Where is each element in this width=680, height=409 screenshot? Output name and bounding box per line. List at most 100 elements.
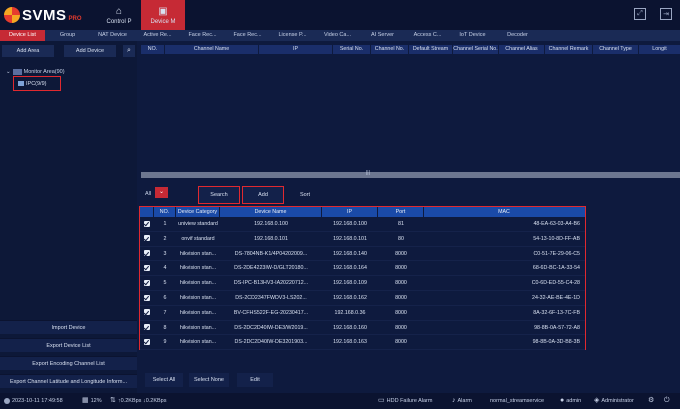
chevron-down-icon[interactable]: ⌄ — [155, 187, 168, 198]
add-button[interactable]: Add — [242, 186, 284, 204]
checkbox-checked-icon[interactable] — [144, 279, 150, 286]
column-header[interactable]: Channel Serial No. — [453, 45, 499, 54]
column-header[interactable]: Channel No. — [371, 45, 409, 54]
settings-gear[interactable]: ⚙ — [648, 393, 654, 409]
select-none-button[interactable]: Select None — [189, 373, 229, 387]
checkbox-checked-icon[interactable] — [144, 338, 150, 345]
checkbox-checked-icon[interactable] — [144, 250, 150, 257]
export-channel-lat-long-button[interactable]: Export Channel Latitude and Longitude In… — [0, 374, 137, 388]
export-encoding-channel-list-button[interactable]: Export Encoding Channel List — [0, 356, 137, 370]
cell-ip: 192.168.0.109 — [333, 280, 367, 287]
column-header[interactable]: Port — [378, 207, 424, 217]
table-row[interactable]: 1 uniview standard 192.168.0.100 192.168.0.… — [140, 217, 585, 232]
cell-no: 8 — [163, 324, 167, 331]
cell-ip: 192.168.0.36 — [334, 309, 366, 316]
status-hdd-alarm[interactable]: ▭ HDD Failure Alarm — [378, 393, 432, 409]
table-row[interactable]: 3 hikvision stan... DS-7804NB-K1/4P0420200… — [140, 247, 585, 262]
column-header[interactable]: Device Name — [220, 207, 322, 217]
tab-access-control[interactable]: Access C... — [405, 30, 450, 41]
row-checkbox[interactable] — [140, 276, 154, 290]
table-row[interactable]: 4 hikvision stan... DS-2DE4223IW-D/GLT2018… — [140, 261, 585, 277]
row-checkbox[interactable] — [140, 306, 154, 320]
table-row[interactable]: 6 hikvision stan... DS-2CD2347FWDV3-LS202.… — [140, 291, 585, 306]
horizontal-scrollbar[interactable]: ||| — [141, 170, 680, 178]
checkbox-checked-icon[interactable] — [144, 309, 150, 316]
gear-icon[interactable]: ⚙ — [648, 393, 654, 409]
row-checkbox[interactable] — [140, 335, 154, 349]
tab-video-capture[interactable]: Video Ca... — [315, 30, 360, 41]
edit-button[interactable]: Edit — [237, 373, 273, 387]
logo-suffix: PRO — [68, 16, 82, 22]
row-checkbox[interactable] — [140, 232, 154, 246]
tab-iot-device[interactable]: IoT Device — [450, 30, 495, 41]
network-text: ↑0.2KBps ↓0.2KBps — [117, 398, 167, 404]
tree-node-monitor-area[interactable]: ⌄ Monitor Area(90) — [6, 69, 65, 75]
import-device-button[interactable]: Import Device — [0, 320, 137, 334]
power-button[interactable]: ⏻ — [664, 393, 670, 409]
table-row[interactable]: 7 hikvision stan... BV-CFHS522F-EG-2023041… — [140, 306, 585, 321]
column-header[interactable]: Device Category — [176, 207, 220, 217]
checkbox-checked-icon[interactable] — [144, 294, 150, 301]
row-checkbox[interactable] — [140, 247, 154, 261]
export-device-list-button[interactable]: Export Device List — [0, 338, 137, 352]
nav-tab-control-panel[interactable]: ⌂ Control P — [97, 0, 141, 30]
expand-toggle-icon[interactable]: ⌄ — [6, 69, 11, 75]
tab-decoder[interactable]: Decoder — [495, 30, 540, 41]
table-row[interactable]: 5 hikvision stan... DS-IPC-B13HV3-IA202207… — [140, 276, 585, 291]
tab-nat-device[interactable]: NAT Device — [90, 30, 135, 41]
tab-license-plate[interactable]: License P... — [270, 30, 315, 41]
search-icon[interactable]: ⌕ — [123, 45, 135, 57]
row-checkbox[interactable] — [140, 261, 154, 275]
column-header[interactable]: Longit — [639, 45, 680, 54]
sort-button[interactable]: Sort — [287, 186, 323, 204]
column-header[interactable]: Serial No. — [333, 45, 371, 54]
tab-active-register[interactable]: Active Re... — [135, 30, 180, 41]
cell-no: 5 — [163, 280, 167, 287]
restore-window-button[interactable]: ⤢ — [634, 8, 646, 20]
tab-face-recognition-1[interactable]: Face Rec... — [180, 30, 225, 41]
add-area-button[interactable]: Add Area — [2, 45, 54, 57]
add-device-button[interactable]: Add Device — [64, 45, 116, 57]
checkbox-checked-icon[interactable] — [144, 324, 150, 331]
column-header[interactable]: MAC — [424, 207, 584, 217]
column-header[interactable]: NO. — [154, 207, 176, 217]
table-row[interactable]: 8 hikvision stan... DS-2DC2D40IW-DE3/W2019… — [140, 321, 585, 336]
column-header[interactable]: Channel Remark — [545, 45, 593, 54]
column-header[interactable]: IP — [259, 45, 333, 54]
cell-ip: 192.168.0.163 — [333, 339, 367, 346]
hdd-alarm-text: HDD Failure Alarm — [386, 398, 433, 404]
search-button[interactable]: Search — [198, 186, 240, 204]
table-row[interactable]: 2 onvif standard 192.168.0.101 192.168.0.10… — [140, 232, 585, 247]
checkbox-checked-icon[interactable] — [144, 264, 150, 271]
row-checkbox[interactable] — [140, 217, 154, 231]
table-row[interactable]: 9 hikvision stan... DS-2DC2D40IW-DE3201903… — [140, 335, 585, 351]
filter-select-value[interactable]: All — [145, 191, 151, 197]
tab-device-list[interactable]: Device List — [0, 30, 45, 41]
row-checkbox[interactable] — [140, 321, 154, 335]
exit-button[interactable]: ⇥ — [660, 8, 672, 20]
tab-face-recognition-2[interactable]: Face Rec... — [225, 30, 270, 41]
device-table-body: 1 uniview standard 192.168.0.100 192.168.0.… — [140, 217, 585, 351]
scrollbar-thumb[interactable] — [141, 172, 680, 178]
column-header[interactable]: IP — [322, 207, 378, 217]
status-alarm[interactable]: ♪ Alarm — [452, 393, 472, 409]
row-checkbox[interactable] — [140, 291, 154, 305]
tree-node-ipc[interactable]: IPC(9/9) — [13, 76, 61, 91]
checkbox-checked-icon[interactable] — [144, 220, 150, 227]
checkbox-checked-icon[interactable] — [144, 235, 150, 242]
top-bar: SVMS PRO ⌂ Control P ▣ Device M ⤢ ⇥ — [0, 0, 680, 30]
network-icon: ⇅ — [110, 397, 116, 404]
power-icon[interactable]: ⏻ — [664, 393, 670, 409]
column-header[interactable]: Channel Alias — [499, 45, 545, 54]
column-header[interactable]: Channel Name — [165, 45, 259, 54]
column-header[interactable]: NO. — [141, 45, 165, 54]
column-header[interactable]: Channel Type — [593, 45, 639, 54]
tab-group[interactable]: Group — [45, 30, 90, 41]
area-icon — [12, 69, 22, 75]
nav-tab-device-manager[interactable]: ▣ Device M — [141, 0, 185, 30]
nav-tab-label: Control P — [106, 18, 132, 25]
column-header[interactable]: Default Stream — [409, 45, 453, 54]
tab-ai-server[interactable]: AI Server — [360, 30, 405, 41]
select-all-button[interactable]: Select All — [145, 373, 183, 387]
user-text: admin — [566, 398, 582, 404]
